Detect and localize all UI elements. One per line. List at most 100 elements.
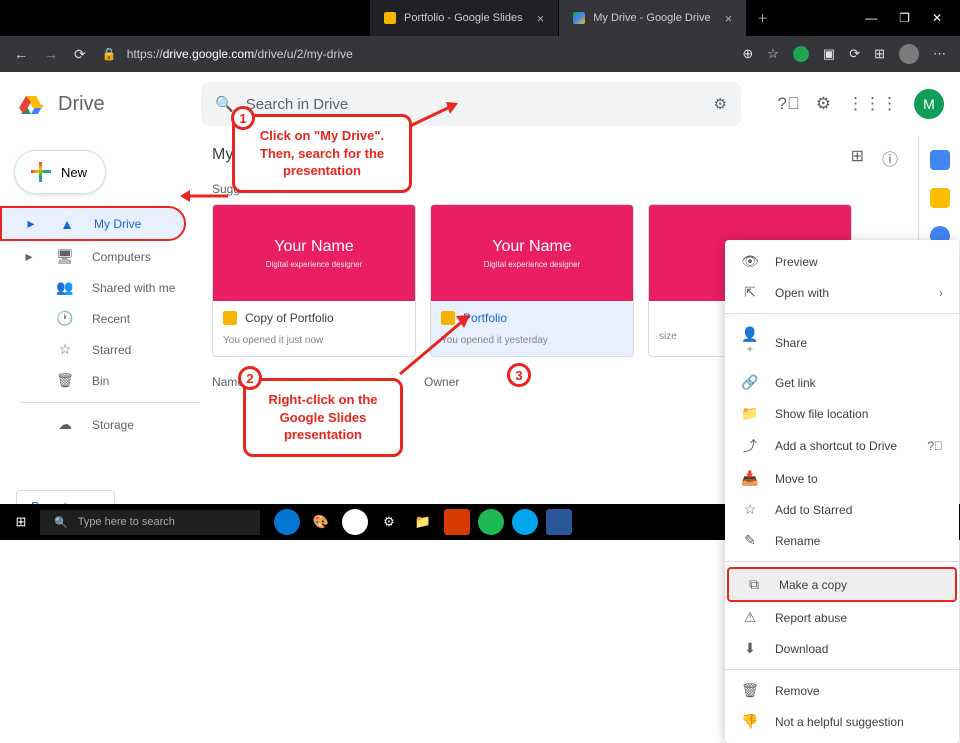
drive-icon — [573, 12, 585, 24]
drive-logo[interactable]: Drive — [16, 90, 201, 118]
annotation-callout: Click on "My Drive". Then, search for th… — [232, 114, 412, 193]
app-icon[interactable] — [512, 509, 538, 535]
close-icon[interactable]: × — [537, 11, 545, 26]
download-icon: ⬇ — [741, 640, 759, 657]
close-icon[interactable]: ✕ — [932, 11, 942, 25]
new-label: New — [61, 165, 87, 180]
account-avatar[interactable]: M — [914, 89, 944, 119]
ctx-nothelpful[interactable]: 👎Not a helpful suggestion — [725, 706, 959, 737]
ctx-moveto[interactable]: 📥Move to — [725, 463, 959, 494]
edge-icon[interactable] — [274, 509, 300, 535]
tab-label: Portfolio - Google Slides — [404, 12, 523, 24]
lock-icon: 🔒 — [102, 47, 117, 61]
person-add-icon: 👤⁺ — [741, 326, 759, 360]
sync-icon[interactable]: ⟳ — [849, 46, 860, 62]
ctx-rename[interactable]: ✎Rename — [725, 525, 959, 556]
people-icon: 👥 — [56, 279, 74, 296]
grid-view-icon[interactable]: ⊞ — [851, 146, 864, 170]
extension-icon[interactable] — [793, 46, 809, 62]
search-icon: 🔍 — [215, 95, 234, 113]
minimize-icon[interactable]: — — [865, 11, 877, 25]
ctx-download[interactable]: ⬇Download — [725, 633, 959, 664]
browser-titlebar: Portfolio - Google Slides × My Drive - G… — [0, 0, 960, 36]
slides-icon — [223, 311, 237, 325]
trash-icon: 🗑 — [741, 682, 759, 699]
ctx-remove[interactable]: 🗑Remove — [725, 675, 959, 706]
computer-icon: 🖥 — [56, 248, 74, 265]
star-icon: ☆ — [56, 341, 74, 358]
chrome-icon[interactable] — [342, 509, 368, 535]
search-icon: 🔍 — [54, 516, 68, 529]
forward-icon[interactable]: → — [44, 46, 58, 62]
keep-icon[interactable] — [930, 188, 950, 208]
sidebar: New ▸▲My Drive ▸🖥Computers 👥Shared with … — [0, 136, 200, 531]
ctx-star[interactable]: ☆Add to Starred — [725, 494, 959, 525]
ctx-makecopy[interactable]: ⧉Make a copy — [727, 567, 957, 602]
browser-tab-drive[interactable]: My Drive - Google Drive × — [559, 0, 747, 36]
open-icon: ⇱ — [741, 284, 759, 301]
search-placeholder: Search in Drive — [246, 96, 349, 113]
chevron-right-icon: › — [939, 286, 943, 300]
content-area: My Drive▼ ⊞ ⓘ Suggested Your NameDigital… — [200, 136, 918, 531]
explorer-icon[interactable]: 📁 — [410, 509, 436, 535]
ctx-report[interactable]: ⚠Report abuse — [725, 602, 959, 633]
office-icon[interactable] — [444, 509, 470, 535]
reload-icon[interactable]: ⟳ — [74, 46, 86, 63]
sidebar-item-computers[interactable]: ▸🖥Computers — [0, 241, 200, 272]
sidebar-item-shared[interactable]: 👥Shared with me — [0, 272, 200, 303]
file-card[interactable]: Your NameDigital experience designer Cop… — [212, 204, 416, 357]
search-options-icon[interactable]: ⚙ — [714, 95, 727, 113]
settings-icon[interactable]: ⚙ — [816, 94, 831, 114]
trash-icon: 🗑 — [56, 372, 74, 389]
close-icon[interactable]: × — [725, 11, 733, 26]
help-icon[interactable]: ?⃝ — [778, 94, 800, 114]
apps-icon[interactable]: ⋮⋮⋮ — [847, 94, 898, 114]
app-icon[interactable]: 🎨 — [308, 509, 334, 535]
sidebar-item-starred[interactable]: ☆Starred — [0, 334, 200, 365]
ctx-location[interactable]: 📁Show file location — [725, 398, 959, 429]
ctx-share[interactable]: 👤⁺Share — [725, 319, 959, 367]
ctx-preview[interactable]: 👁Preview — [725, 246, 959, 277]
extension-icon[interactable]: ▣ — [823, 46, 835, 62]
url-path: /drive/u/2/my-drive — [254, 47, 353, 61]
url-field[interactable]: 🔒 https://drive.google.com/drive/u/2/my-… — [102, 47, 353, 61]
favorite-icon[interactable]: ☆ — [767, 46, 779, 62]
ctx-shortcut[interactable]: ⤴Add a shortcut to Drive?⃝ — [725, 429, 959, 463]
collections-icon[interactable]: ⊞ — [874, 46, 885, 62]
sidebar-item-recent[interactable]: 🕐Recent — [0, 303, 200, 334]
new-button[interactable]: New — [14, 150, 106, 194]
browser-addressbar: ← → ⟳ 🔒 https://drive.google.com/drive/u… — [0, 36, 960, 72]
help-icon: ?⃝ — [927, 439, 943, 453]
context-menu: 👁Preview ⇱Open with› 👤⁺Share 🔗Get link 📁… — [725, 240, 959, 743]
ctx-getlink[interactable]: 🔗Get link — [725, 367, 959, 398]
sidebar-item-mydrive[interactable]: ▸▲My Drive — [0, 206, 186, 241]
maximize-icon[interactable]: ❐ — [899, 11, 910, 25]
folder-icon: 📁 — [741, 405, 759, 422]
star-icon: ☆ — [741, 501, 759, 518]
link-icon: 🔗 — [741, 374, 759, 391]
back-icon[interactable]: ← — [14, 46, 28, 62]
annotation-badge: 1 — [231, 106, 255, 130]
shortcut-icon: ⤴ — [741, 436, 759, 456]
start-icon[interactable]: ⊞ — [8, 509, 34, 535]
drive-icon: ▲ — [58, 216, 76, 232]
taskbar-search[interactable]: 🔍Type here to search — [40, 510, 260, 535]
warning-icon: ⚠ — [741, 609, 759, 626]
settings-icon[interactable]: ⚙ — [376, 509, 402, 535]
plus-icon — [31, 162, 51, 182]
sidebar-item-storage[interactable]: ☁Storage — [0, 409, 200, 440]
zoom-icon[interactable]: ⊕ — [742, 46, 753, 62]
calendar-icon[interactable] — [930, 150, 950, 170]
app-title: Drive — [58, 93, 105, 116]
spotify-icon[interactable] — [478, 509, 504, 535]
sidebar-item-bin[interactable]: 🗑Bin — [0, 365, 200, 396]
browser-tab-slides[interactable]: Portfolio - Google Slides × — [370, 0, 559, 36]
cloud-icon: ☁ — [56, 416, 74, 433]
info-icon[interactable]: ⓘ — [882, 146, 898, 170]
url-host: drive.google.com — [163, 47, 254, 61]
word-icon[interactable] — [546, 509, 572, 535]
menu-icon[interactable]: ⋯ — [933, 46, 946, 62]
ctx-openwith[interactable]: ⇱Open with› — [725, 277, 959, 308]
new-tab-button[interactable]: ＋ — [747, 0, 779, 36]
profile-icon[interactable] — [899, 44, 919, 64]
